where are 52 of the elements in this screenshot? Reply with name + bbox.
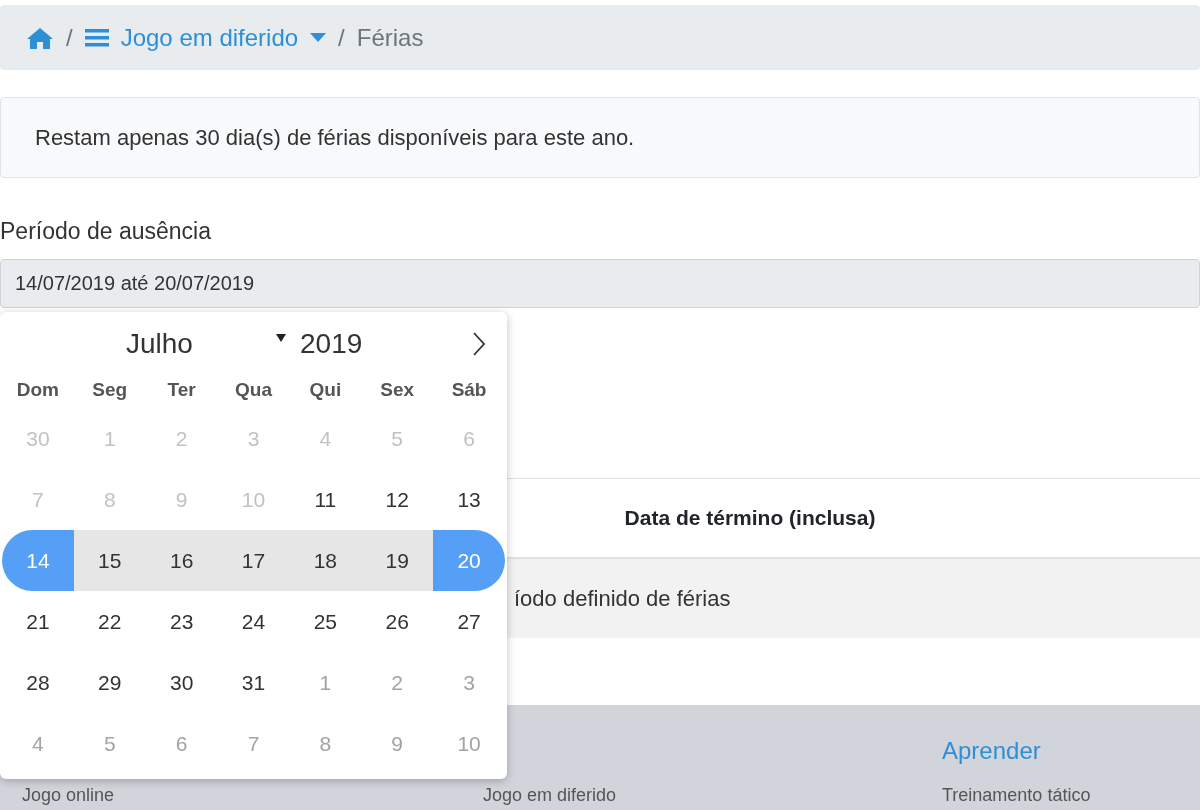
- separator: /: [338, 22, 345, 53]
- calendar-day[interactable]: 6: [145, 713, 218, 774]
- calendar-day[interactable]: 15: [73, 530, 146, 591]
- calendar-day[interactable]: 21: [2, 591, 74, 652]
- year-field[interactable]: 2019: [300, 323, 363, 365]
- separator: /: [66, 22, 73, 53]
- section-dropdown[interactable]: Jogo em diferido: [84, 19, 327, 56]
- current-page: Férias: [356, 22, 424, 53]
- weekday-label: Qua: [234, 378, 273, 402]
- menu-icon: [84, 26, 109, 49]
- calendar-day[interactable]: 17: [217, 530, 290, 591]
- calendar-day[interactable]: 30: [145, 652, 218, 713]
- calendar-day[interactable]: 31: [217, 652, 290, 713]
- calendar-day[interactable]: 11: [289, 469, 362, 530]
- calendar-day[interactable]: 16: [145, 530, 218, 591]
- calendar-day[interactable]: 18: [289, 530, 362, 591]
- table-cell-text: íodo definido de férias: [514, 584, 731, 613]
- footer-link[interactable]: Treinamento tático: [942, 784, 1200, 805]
- calendar-day[interactable]: 24: [217, 591, 290, 652]
- column-header: Data de término (inclusa): [623, 504, 877, 531]
- footer-link[interactable]: Jogo online: [0, 784, 483, 805]
- weekday-label: Sex: [379, 378, 416, 402]
- calendar-day[interactable]: 19: [361, 530, 434, 591]
- calendar-day[interactable]: 20: [433, 530, 505, 591]
- calendar-day[interactable]: 13: [433, 469, 505, 530]
- calendar-day[interactable]: 26: [361, 591, 434, 652]
- field-label: Período de ausência: [0, 217, 212, 246]
- calendar-day[interactable]: 22: [73, 591, 146, 652]
- calendar-day[interactable]: 14: [2, 530, 74, 591]
- home-icon[interactable]: [26, 25, 54, 50]
- info-alert: Restam apenas 30 dia(s) de férias disponíveis para este ano.: [0, 97, 1200, 178]
- next-month-icon[interactable]: [471, 331, 487, 357]
- calendar-day[interactable]: 28: [2, 652, 74, 713]
- month-select[interactable]: Julho: [126, 323, 276, 365]
- calendar-day[interactable]: 8: [289, 713, 362, 774]
- weekday-label: Sáb: [450, 378, 488, 402]
- weekday-label: Seg: [91, 378, 129, 402]
- footer-heading: Aprender: [942, 735, 1042, 766]
- caret-icon: [276, 333, 286, 343]
- footer-link[interactable]: Jogo em diferido: [483, 784, 942, 805]
- weekday-label: Qui: [308, 378, 343, 402]
- calendar-day[interactable]: 23: [145, 591, 218, 652]
- calendar-day[interactable]: 25: [289, 591, 362, 652]
- calendar-day[interactable]: 12: [361, 469, 434, 530]
- weekday-label: Dom: [15, 378, 61, 402]
- calendar-day[interactable]: 27: [433, 591, 505, 652]
- calendar-day[interactable]: 3: [433, 652, 505, 713]
- calendar-day[interactable]: 29: [73, 652, 146, 713]
- weekday-label: Ter: [166, 378, 197, 402]
- caret-icon: [310, 32, 327, 43]
- period-field[interactable]: 14/07/2019 até 20/07/2019: [0, 258, 1200, 308]
- calendar-day[interactable]: 9: [361, 713, 434, 774]
